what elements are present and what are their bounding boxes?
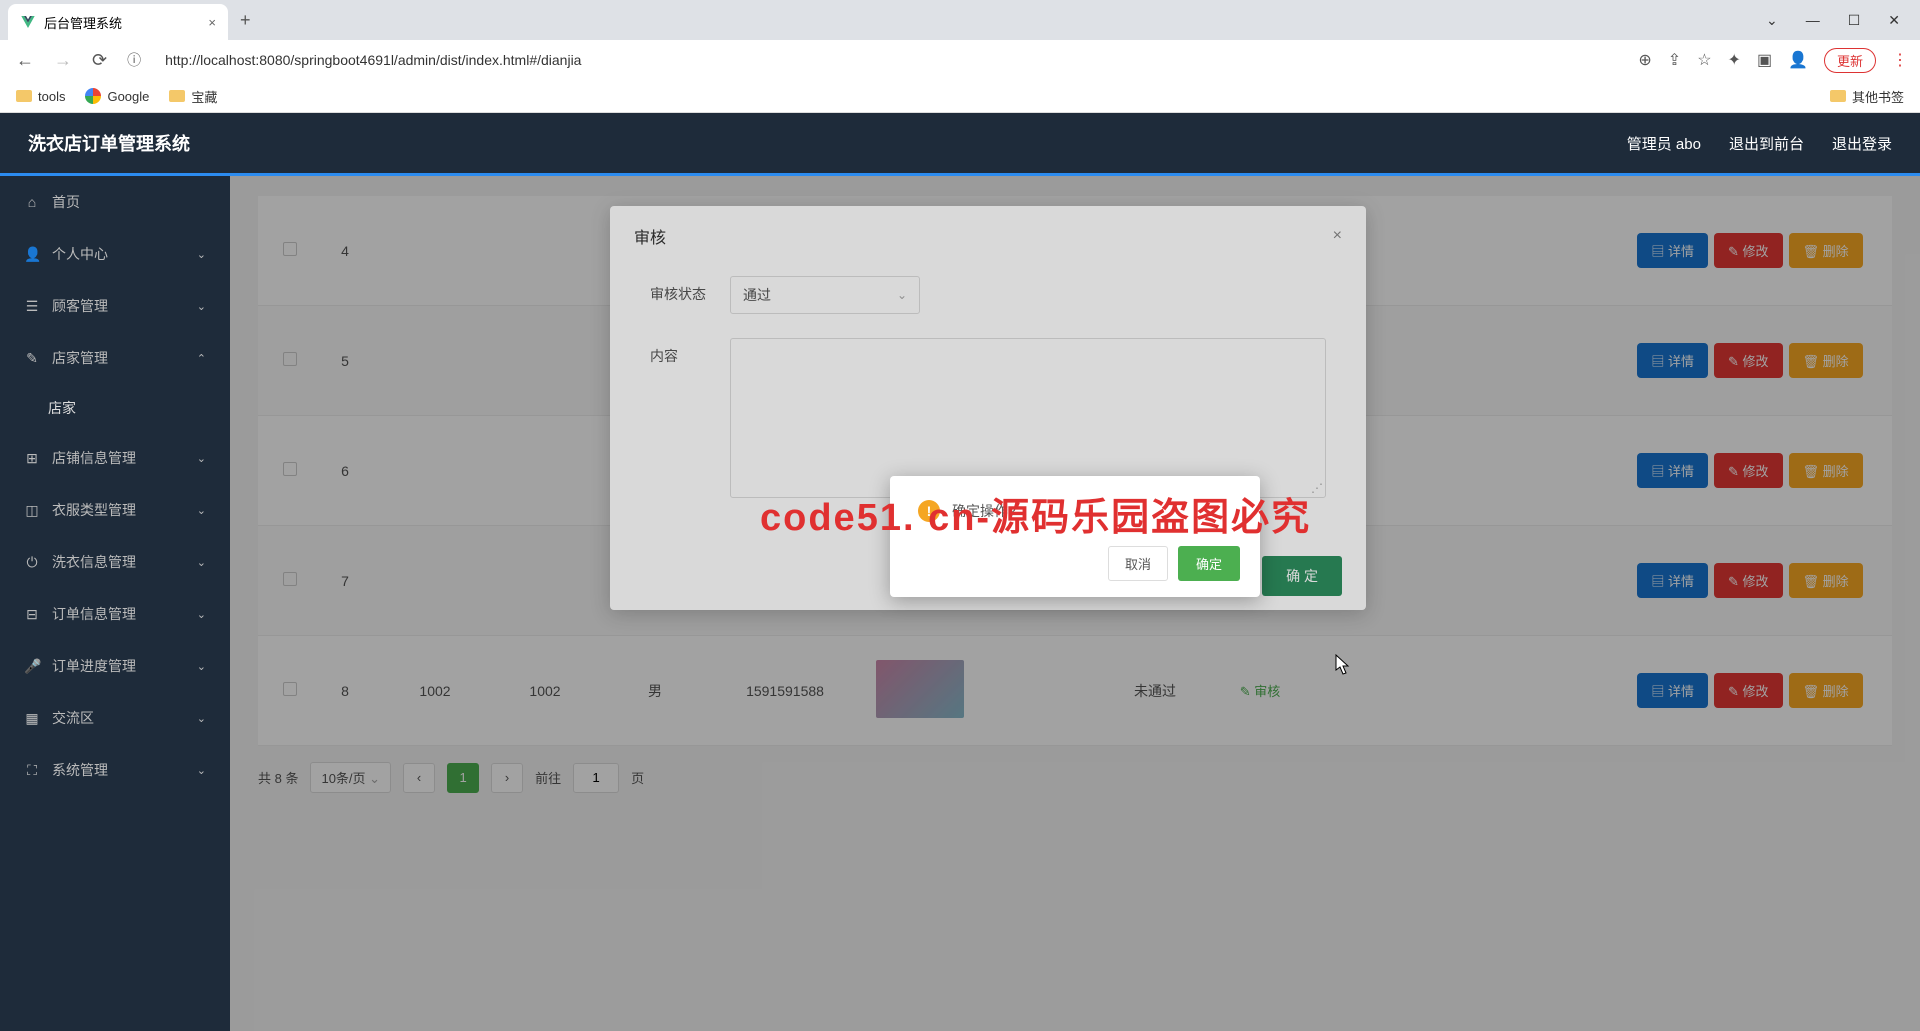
browser-chrome: 后台管理系统 × + ⌄ — ☐ ✕ ← → ⟳ ⓘ ⊕ ⇪ ☆ ✦ ▣ 👤 更… <box>0 0 1920 113</box>
order-icon: ⊟ <box>24 606 40 623</box>
chevron-up-icon: ⌃ <box>197 352 206 365</box>
chevron-down-icon: ⌄ <box>197 300 206 313</box>
user-icon: 👤 <box>24 246 40 263</box>
admin-label[interactable]: 管理员 abo <box>1627 133 1701 154</box>
profile-icon[interactable]: 👤 <box>1788 50 1808 70</box>
address-bar: ← → ⟳ ⓘ ⊕ ⇪ ☆ ✦ ▣ 👤 更新 ⋮ <box>0 40 1920 80</box>
url-input[interactable] <box>157 45 1626 75</box>
info-icon: ⊞ <box>24 450 40 467</box>
content-area: 4✎ 审核▤ 详情✎ 修改🗑 删除5✎ 审核▤ 详情✎ 修改🗑 删除6✎ 审核▤… <box>230 176 1920 1031</box>
back-button[interactable]: ← <box>12 46 38 75</box>
bookmark-tools[interactable]: tools <box>16 89 65 104</box>
bookmark-baozang[interactable]: 宝藏 <box>169 87 217 106</box>
sidepanel-icon[interactable]: ▣ <box>1757 50 1772 70</box>
info-icon[interactable]: ⓘ <box>123 46 145 74</box>
chevron-down-icon: ⌄ <box>197 764 206 777</box>
update-button[interactable]: 更新 <box>1824 48 1876 73</box>
tab-title: 后台管理系统 <box>44 13 122 32</box>
logout[interactable]: 退出登录 <box>1832 133 1892 154</box>
chevron-down-icon: ⌄ <box>197 556 206 569</box>
close-window-icon[interactable]: ✕ <box>1888 12 1900 29</box>
sidebar-item-order-progress[interactable]: 🎤订单进度管理⌄ <box>0 640 230 692</box>
share-icon[interactable]: ⇪ <box>1668 50 1681 70</box>
close-tab-icon[interactable]: × <box>208 15 216 30</box>
confirm-cancel-button[interactable]: 取消 <box>1108 546 1168 581</box>
tab-bar: 后台管理系统 × + ⌄ — ☐ ✕ <box>0 0 1920 40</box>
minimize-icon[interactable]: — <box>1806 12 1820 29</box>
exit-to-front[interactable]: 退出到前台 <box>1729 133 1804 154</box>
folder-icon <box>1830 90 1846 102</box>
forum-icon: ▦ <box>24 710 40 727</box>
sidebar-item-customer[interactable]: ☰顾客管理⌄ <box>0 280 230 332</box>
topbar: 洗衣店订单管理系统 管理员 abo 退出到前台 退出登录 <box>0 113 1920 173</box>
chevron-down-icon: ⌄ <box>197 660 206 673</box>
sidebar-item-clothes-type[interactable]: ◫衣服类型管理⌄ <box>0 484 230 536</box>
vue-icon <box>20 14 36 30</box>
sidebar-item-home[interactable]: ⌂首页 <box>0 176 230 228</box>
chevron-down-icon: ⌄ <box>197 452 206 465</box>
google-icon <box>85 88 101 104</box>
sidebar-item-wash-info[interactable]: ⏻洗衣信息管理⌄ <box>0 536 230 588</box>
sidebar-item-shop-mgmt[interactable]: ✎店家管理⌃ <box>0 332 230 384</box>
forward-button: → <box>50 46 76 75</box>
zoom-icon[interactable]: ⊕ <box>1638 50 1651 70</box>
sidebar-item-forum[interactable]: ▦交流区⌄ <box>0 692 230 744</box>
customer-icon: ☰ <box>24 298 40 315</box>
type-icon: ◫ <box>24 502 40 519</box>
folder-icon <box>169 90 185 102</box>
confirm-mask: ! 确定操作? 取消 确定 <box>230 176 1920 1031</box>
sidebar-item-system[interactable]: ⛶系统管理⌄ <box>0 744 230 796</box>
shop-icon: ✎ <box>24 350 40 367</box>
sidebar-item-personal[interactable]: 👤个人中心⌄ <box>0 228 230 280</box>
star-icon[interactable]: ☆ <box>1697 50 1711 70</box>
browser-tab[interactable]: 后台管理系统 × <box>8 4 228 40</box>
chevron-down-icon: ⌄ <box>197 712 206 725</box>
menu-icon[interactable]: ⋮ <box>1892 50 1908 70</box>
chevron-down-icon: ⌄ <box>197 248 206 261</box>
confirm-ok-button[interactable]: 确定 <box>1178 546 1240 581</box>
dropdown-icon[interactable]: ⌄ <box>1766 12 1778 29</box>
bookmark-other[interactable]: 其他书签 <box>1830 87 1904 106</box>
sidebar: ⌂首页 👤个人中心⌄ ☰顾客管理⌄ ✎店家管理⌃ 店家 ⊞店铺信息管理⌄ ◫衣服… <box>0 176 230 1031</box>
sidebar-item-shop-info[interactable]: ⊞店铺信息管理⌄ <box>0 432 230 484</box>
folder-icon <box>16 90 32 102</box>
system-icon: ⛶ <box>24 762 40 779</box>
chevron-down-icon: ⌄ <box>197 608 206 621</box>
confirm-message: 确定操作? <box>952 501 1016 521</box>
bookmarks-bar: tools Google 宝藏 其他书签 <box>0 80 1920 112</box>
app-root: 洗衣店订单管理系统 管理员 abo 退出到前台 退出登录 ⌂首页 👤个人中心⌄ … <box>0 113 1920 1031</box>
confirm-dialog: ! 确定操作? 取消 确定 <box>890 476 1260 597</box>
progress-icon: 🎤 <box>24 658 40 675</box>
new-tab-button[interactable]: + <box>240 10 251 31</box>
sidebar-item-order-info[interactable]: ⊟订单信息管理⌄ <box>0 588 230 640</box>
warning-icon: ! <box>918 500 940 522</box>
home-icon: ⌂ <box>24 194 40 210</box>
window-controls: ⌄ — ☐ ✕ <box>1766 12 1920 29</box>
bookmark-google[interactable]: Google <box>85 88 149 104</box>
app-title: 洗衣店订单管理系统 <box>28 130 190 156</box>
wash-icon: ⏻ <box>24 554 40 571</box>
sidebar-subitem-shop[interactable]: 店家 <box>0 384 230 432</box>
extensions-icon[interactable]: ✦ <box>1728 50 1741 70</box>
chevron-down-icon: ⌄ <box>197 504 206 517</box>
reload-button[interactable]: ⟳ <box>88 46 111 75</box>
maximize-icon[interactable]: ☐ <box>1848 12 1861 29</box>
